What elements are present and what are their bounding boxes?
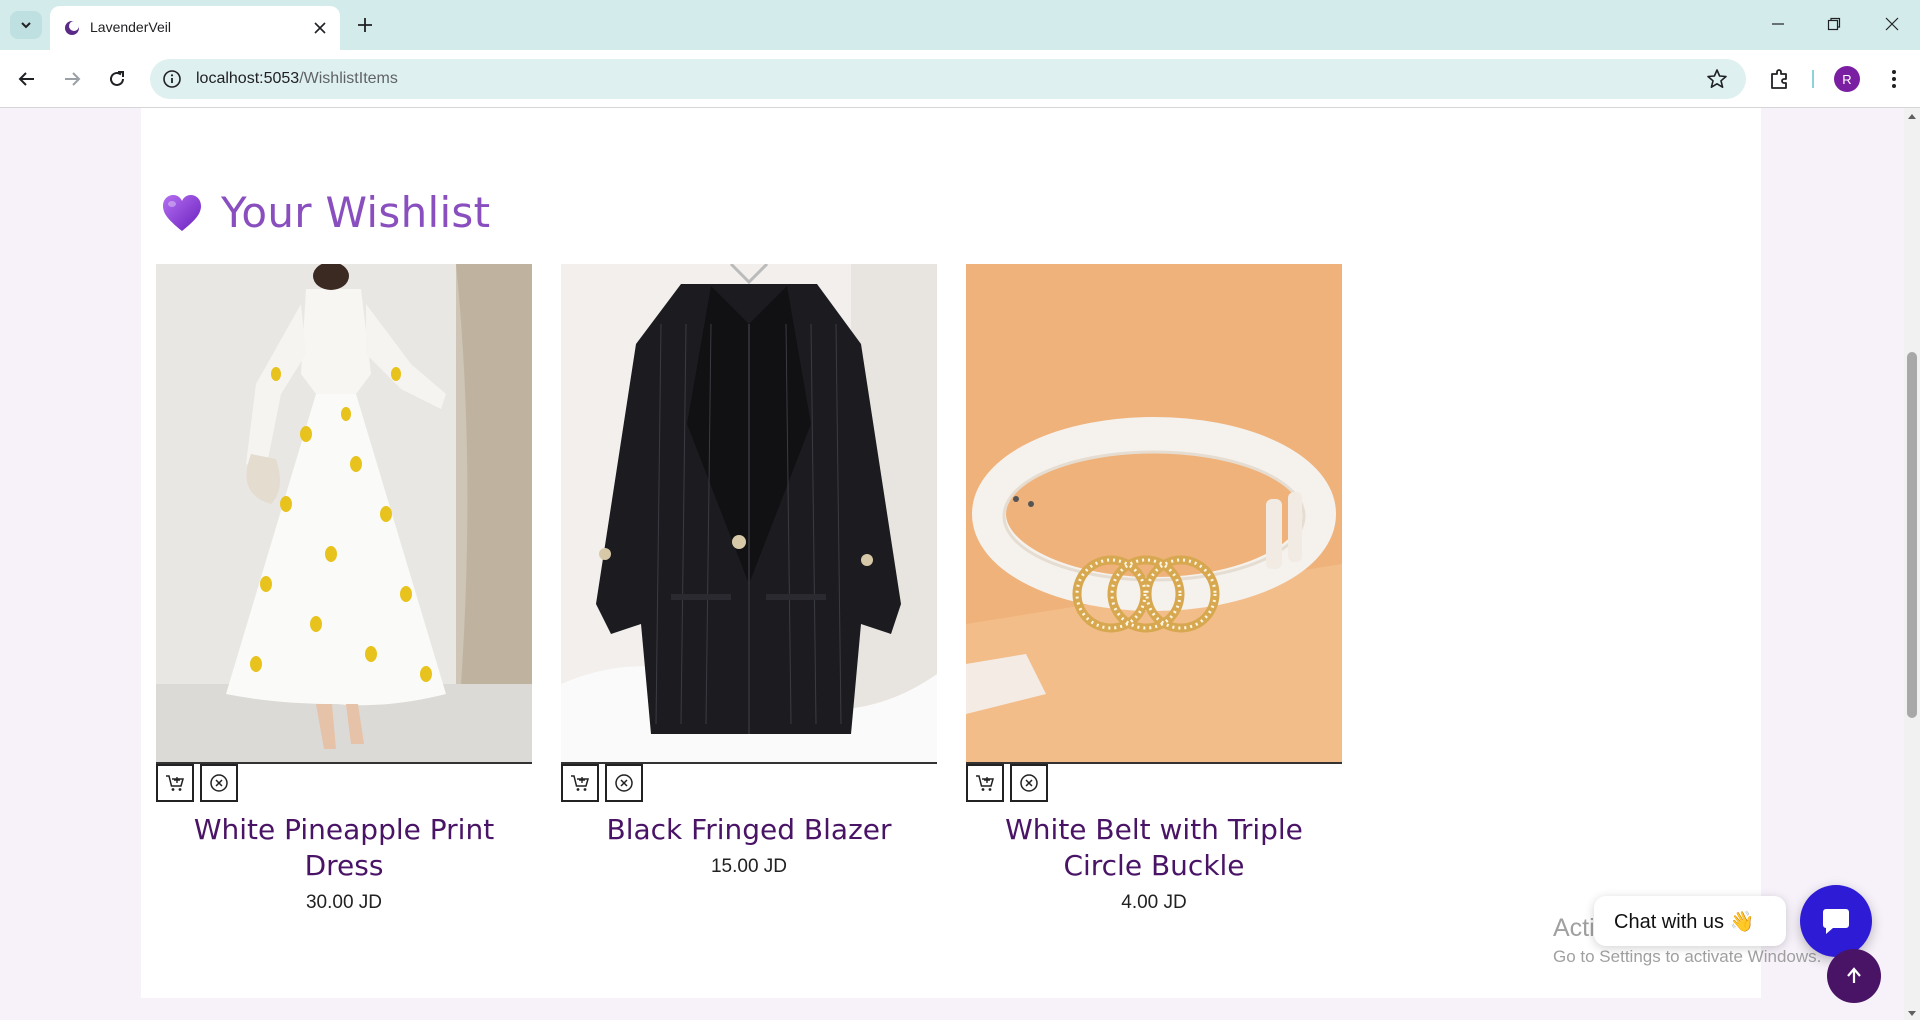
card-actions (561, 764, 937, 804)
tab-title: LavenderVeil (90, 19, 171, 35)
forward-button[interactable] (57, 64, 87, 94)
browser-tab[interactable]: LavenderVeil (50, 6, 340, 50)
card-actions (966, 764, 1342, 804)
browser-toolbar: localhost:5053/WishlistItems R (0, 50, 1920, 108)
scroll-to-top-button[interactable] (1827, 949, 1881, 1003)
add-to-cart-button[interactable] (966, 764, 1004, 802)
remove-from-wishlist-button[interactable] (200, 764, 238, 802)
chevron-down-icon (21, 22, 31, 29)
wishlist-card: White Belt with Triple Circle Buckle 4.0… (966, 264, 1342, 914)
browser-menu-button[interactable] (1882, 67, 1906, 91)
minimize-button[interactable] (1758, 10, 1798, 38)
more-vertical-icon (1892, 70, 1896, 88)
black-blazer-photo (561, 264, 937, 762)
wishlist-card: White Pineapple Print Dress 30.00 JD (156, 264, 532, 914)
info-icon[interactable] (162, 69, 182, 89)
close-window-button[interactable] (1872, 10, 1912, 38)
product-image[interactable] (966, 264, 1342, 764)
close-tab-button[interactable] (310, 18, 330, 38)
card-actions (156, 764, 532, 804)
product-name[interactable]: White Pineapple Print Dress (156, 812, 532, 884)
new-tab-button[interactable] (352, 12, 378, 38)
add-to-cart-button[interactable] (561, 764, 599, 802)
product-image[interactable] (561, 264, 937, 764)
minimize-icon (1772, 23, 1784, 25)
wishlist-card: Black Fringed Blazer 15.00 JD (561, 264, 937, 878)
x-circle-icon (1020, 774, 1038, 792)
cart-plus-icon (571, 775, 589, 791)
white-belt-photo (966, 264, 1342, 762)
arrow-up-icon (1847, 967, 1861, 983)
cart-plus-icon (976, 775, 994, 791)
reload-icon (110, 71, 124, 86)
purple-heart-icon (163, 194, 201, 231)
star-icon[interactable] (1706, 68, 1728, 90)
wishlist-heading: Your Wishlist (161, 188, 490, 237)
product-image[interactable] (156, 264, 532, 764)
arrow-left-icon (18, 72, 34, 86)
plus-icon (358, 18, 372, 32)
favicon-icon (65, 21, 79, 35)
profile-avatar[interactable]: R (1834, 66, 1860, 92)
scroll-down-arrow-icon[interactable] (1907, 1008, 1917, 1018)
page-scrollbar[interactable] (1904, 108, 1920, 1020)
product-price: 4.00 JD (1121, 892, 1187, 913)
close-icon (314, 22, 326, 34)
extensions-icon[interactable] (1768, 67, 1792, 91)
chat-bubble-icon (1823, 909, 1849, 934)
address-bar[interactable]: localhost:5053/WishlistItems (150, 59, 1746, 99)
product-name[interactable]: White Belt with Triple Circle Buckle (966, 812, 1342, 884)
chat-button[interactable] (1800, 885, 1872, 957)
white-dress-photo (156, 264, 532, 762)
page-title: Your Wishlist (221, 188, 491, 237)
page-viewport: Your Wishlist White Pineapple Print Dres… (0, 108, 1904, 1020)
browser-tab-bar: LavenderVeil (0, 0, 1920, 50)
add-to-cart-button[interactable] (156, 764, 194, 802)
wishlist-container: Your Wishlist White Pineapple Print Dres… (141, 108, 1761, 998)
cart-plus-icon (166, 775, 184, 791)
restore-button[interactable] (1814, 10, 1854, 38)
x-circle-icon (210, 774, 228, 792)
url-host: localhost:5053 (196, 70, 300, 87)
watermark-line-2: Go to Settings to activate Windows. (1553, 947, 1822, 966)
product-price: 15.00 JD (710, 856, 788, 877)
remove-from-wishlist-button[interactable] (605, 764, 643, 802)
url-text[interactable]: localhost:5053/WishlistItems (196, 70, 398, 88)
restore-icon (1827, 17, 1841, 31)
reload-button[interactable] (102, 64, 132, 94)
x-circle-icon (615, 774, 633, 792)
product-price: 30.00 JD (305, 892, 383, 913)
scrollbar-thumb[interactable] (1907, 352, 1917, 718)
url-path: /WishlistItems (299, 70, 398, 87)
remove-from-wishlist-button[interactable] (1010, 764, 1048, 802)
chat-prompt-label[interactable]: Chat with us 👋 (1594, 896, 1786, 946)
product-name[interactable]: Black Fringed Blazer (561, 812, 937, 848)
tab-search-button[interactable] (10, 11, 42, 39)
toolbar-separator (1812, 70, 1814, 88)
close-icon (1885, 17, 1899, 31)
arrow-right-icon (65, 72, 81, 86)
back-button[interactable] (12, 64, 42, 94)
scroll-up-arrow-icon[interactable] (1907, 112, 1917, 122)
